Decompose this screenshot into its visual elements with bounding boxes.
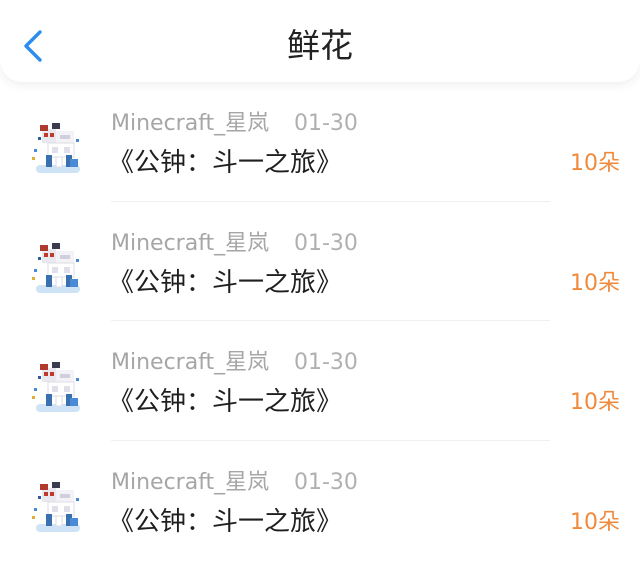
record-date: 01-30 — [294, 350, 358, 375]
list-item[interactable]: Minecraft_星岚 01-30 《公钟：斗一之旅》 10朵 — [0, 441, 640, 561]
record-date: 01-30 — [294, 230, 358, 256]
book-title[interactable]: 《公钟：斗一之旅》 — [108, 505, 342, 539]
record-date: 01-30 — [294, 111, 358, 136]
header-bar: 鲜花 — [0, 0, 640, 82]
user-name[interactable]: Minecraft_星岚 — [111, 230, 269, 258]
pixel-character-icon — [32, 123, 80, 173]
avatar[interactable] — [26, 474, 90, 538]
user-name[interactable]: Minecraft_星岚 — [111, 349, 269, 377]
flower-amount: 10朵 — [570, 509, 620, 535]
user-name[interactable]: Minecraft_星岚 — [111, 110, 269, 138]
avatar[interactable] — [26, 354, 90, 418]
record-date: 01-30 — [294, 469, 358, 495]
list-item[interactable]: Minecraft_星岚 01-30 《公钟：斗一之旅》 10朵 — [0, 202, 640, 321]
book-title[interactable]: 《公钟：斗一之旅》 — [108, 385, 342, 419]
flower-amount: 10朵 — [570, 390, 620, 415]
pixel-character-icon — [32, 242, 80, 293]
book-title[interactable]: 《公钟：斗一之旅》 — [108, 146, 342, 180]
user-name[interactable]: Minecraft_星岚 — [111, 469, 269, 497]
list-item[interactable]: Minecraft_星岚 01-30 《公钟：斗一之旅》 10朵 — [0, 321, 640, 441]
book-title[interactable]: 《公钟：斗一之旅》 — [108, 266, 342, 300]
flower-amount: 10朵 — [570, 270, 620, 296]
pixel-character-icon — [32, 362, 80, 412]
flower-record-list: Minecraft_星岚 01-30 《公钟：斗一之旅》 10朵 Minecra… — [0, 82, 640, 560]
avatar[interactable] — [26, 115, 90, 179]
page-title: 鲜花 — [287, 26, 353, 65]
flower-records-page: 鲜花 Minecraft_星岚 01-30 《公钟：斗一之旅》 10朵 Mine… — [0, 0, 640, 578]
avatar[interactable] — [26, 235, 90, 299]
list-item[interactable]: Minecraft_星岚 01-30 《公钟：斗一之旅》 10朵 — [0, 82, 640, 202]
flower-amount: 10朵 — [570, 151, 620, 176]
pixel-character-icon — [32, 481, 80, 532]
